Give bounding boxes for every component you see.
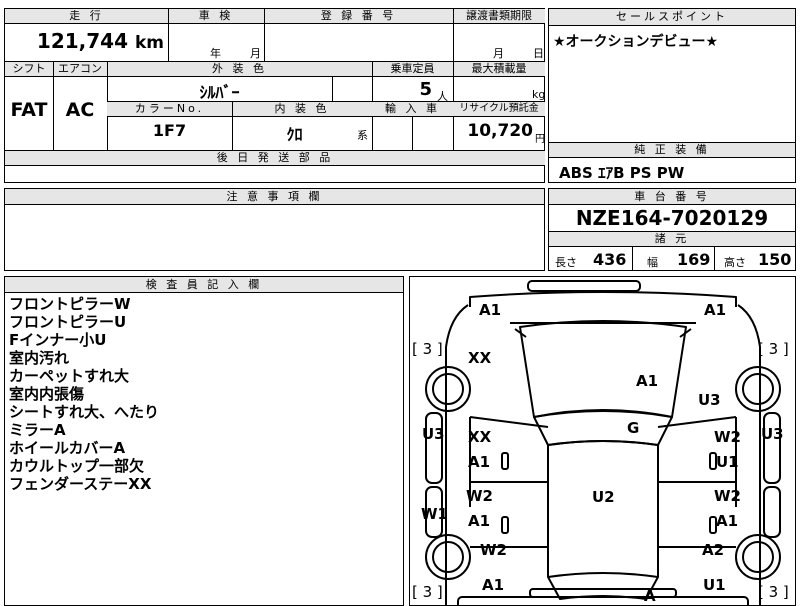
- shaken-month-label: 月: [250, 47, 261, 60]
- sales-point-text: ★オークションデビュー★: [553, 34, 719, 50]
- mileage-value: 121,744 km: [36, 29, 164, 53]
- inspector-box: 検 査 員 記 入 欄 フロントピラーW フロントピラーU Fインナー小U 室内…: [4, 276, 404, 606]
- damage-mark: G: [627, 419, 640, 437]
- shift-header: シフト: [5, 62, 53, 76]
- damage-mark: U3: [761, 425, 784, 443]
- inspector-note-item: フロントピラーW: [9, 295, 131, 313]
- inspector-note-item: フェンダーステーXX: [9, 475, 152, 493]
- inspector-notes-list: フロントピラーW フロントピラーU Fインナー小U 室内汚れ カーペットすれ大 …: [9, 295, 159, 493]
- damage-mark: U3: [422, 425, 445, 443]
- height-value: 150: [758, 250, 792, 269]
- inspector-note-item: Fインナー小U: [9, 331, 107, 349]
- inspector-header: 検 査 員 記 入 欄: [5, 277, 403, 292]
- damage-mark: A1: [704, 301, 727, 319]
- inspector-note-item: ミラーA: [9, 421, 66, 439]
- damage-mark: W2: [480, 541, 507, 559]
- tread-depth-mark: [ 3 ]: [758, 583, 789, 601]
- top-info-grid: 走 行 車 検 登 録 番 号 譲渡書類期限 121,744 km 年 月 月 …: [4, 8, 545, 183]
- aircon-header: エアコン: [53, 62, 107, 76]
- later-parts-header: 後 日 発 送 部 品: [5, 151, 545, 165]
- height-label: 高さ: [724, 256, 746, 269]
- damage-mark: A1: [479, 301, 502, 319]
- interior-color-value: ｸﾛ: [286, 125, 303, 144]
- length-label: 長さ: [555, 256, 577, 269]
- max-load-header: 最大積載量: [453, 62, 545, 76]
- inspector-note-item: カーペットすれ大: [9, 367, 130, 385]
- length-value: 436: [593, 250, 627, 269]
- exterior-color-value: ｼﾙﾊﾞｰ: [199, 83, 240, 102]
- damage-mark: A1: [468, 512, 491, 530]
- mileage-unit: km: [134, 33, 164, 53]
- capacity-value: 5: [419, 79, 432, 100]
- sales-point-header: セールスポイント: [549, 9, 795, 25]
- inspector-note-item: ホイールカバーA: [9, 439, 126, 457]
- color-no-header: カラーNo.: [107, 102, 232, 116]
- inspector-note-item: 室内汚れ: [9, 349, 70, 367]
- recycle-deposit-value: 10,720: [467, 121, 533, 141]
- transfer-month-label: 月: [493, 47, 504, 60]
- damage-mark: A2: [702, 541, 725, 559]
- mileage-header: 走 行: [5, 9, 168, 23]
- dimensions-header: 諸 元: [549, 232, 795, 246]
- chassis-number-header: 車 台 番 号: [549, 189, 795, 204]
- inspector-note-item: カウルトップ一部欠: [9, 457, 145, 475]
- inspector-note-item: フロントピラーU: [9, 313, 127, 331]
- damage-mark: U1: [703, 576, 726, 594]
- transfer-deadline-header: 譲渡書類期限: [453, 9, 545, 23]
- damage-mark: U1: [716, 453, 739, 471]
- damage-mark: A1: [716, 512, 739, 530]
- standard-equipment-value: ABS ｴｱB PS PW: [559, 164, 685, 182]
- import-car-header: 輸 入 車: [372, 102, 453, 116]
- damage-mark: W2: [714, 428, 741, 446]
- damage-mark: XX: [468, 428, 492, 446]
- width-label: 幅: [647, 256, 658, 269]
- notes-box: 注 意 事 項 欄: [4, 188, 545, 271]
- interior-color-header: 内 装 色: [232, 102, 372, 116]
- damage-mark: U3: [698, 391, 721, 409]
- width-value: 169: [677, 250, 711, 269]
- damage-mark: A1: [482, 576, 505, 594]
- damage-mark: W2: [466, 487, 493, 505]
- damage-mark: XX: [468, 349, 492, 367]
- max-load-unit: kg: [532, 88, 546, 101]
- tread-depth-mark: [ 3 ]: [758, 340, 789, 358]
- shift-value: FAT: [10, 99, 48, 121]
- color-no-value: 1F7: [152, 121, 187, 140]
- damage-mark: U2: [592, 488, 615, 506]
- inspector-note-item: シートすれ大、へたり: [9, 403, 160, 421]
- capacity-header: 乗車定員: [372, 62, 453, 76]
- inspector-note-item: 室内内張傷: [9, 385, 85, 403]
- tread-depth-mark: [ 3 ]: [412, 583, 443, 601]
- shaken-header: 車 検: [168, 9, 264, 23]
- chassis-box: 車 台 番 号 NZE164-7020129 諸 元 長さ 436 幅 169 …: [548, 188, 796, 271]
- registration-header: 登 録 番 号: [264, 9, 453, 23]
- chassis-number-value: NZE164-7020129: [575, 206, 769, 230]
- interior-color-suffix: 系: [357, 129, 368, 142]
- damage-mark: A1: [468, 453, 491, 471]
- damage-mark: A: [644, 587, 656, 605]
- damage-diagram-box: A1 A1 [ 3 ] [ 3 ] XX A1 U3 U3 U3 G XX A1…: [409, 276, 796, 606]
- exterior-color-header: 外 装 色: [107, 62, 372, 76]
- recycle-deposit-header: リサイクル預託金: [453, 102, 545, 116]
- shaken-year-label: 年: [210, 47, 221, 60]
- damage-mark: A1: [636, 372, 659, 390]
- notes-header: 注 意 事 項 欄: [5, 189, 544, 204]
- aircon-value: AC: [65, 99, 95, 121]
- damage-mark: W1: [421, 505, 448, 523]
- tread-depth-mark: [ 3 ]: [412, 340, 443, 358]
- damage-mark: W2: [714, 487, 741, 505]
- transfer-day-label: 日: [533, 47, 544, 60]
- recycle-deposit-unit: 円: [535, 134, 545, 145]
- sales-point-box: セールスポイント ★オークションデビュー★ 純 正 装 備 ABS ｴｱB PS…: [548, 8, 796, 183]
- standard-equipment-header: 純 正 装 備: [549, 143, 795, 157]
